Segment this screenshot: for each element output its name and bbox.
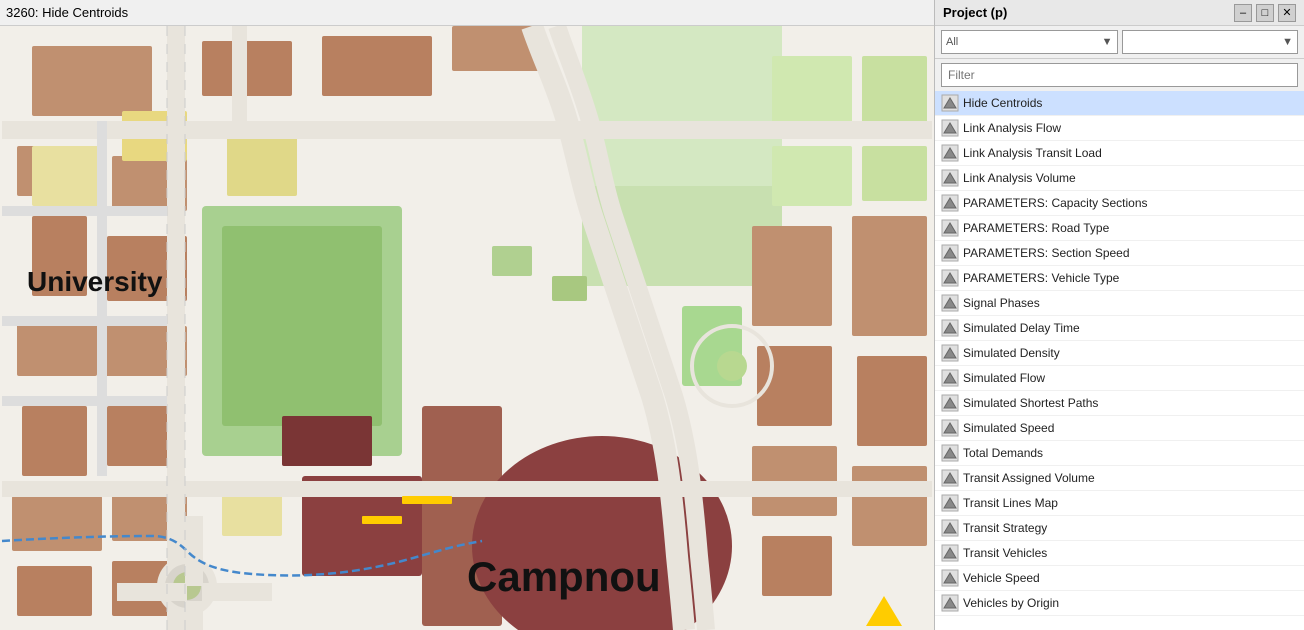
- layer-icon-parameters-capacity-sections: [941, 194, 959, 212]
- filter-dropdown[interactable]: ▼: [1122, 30, 1299, 54]
- layer-icon-simulated-speed: [941, 419, 959, 437]
- layer-icon-parameters-section-speed: [941, 244, 959, 262]
- list-item-link-analysis-volume[interactable]: Link Analysis Volume: [935, 166, 1304, 191]
- type-dropdown-value: All: [946, 36, 958, 48]
- list-item-simulated-density[interactable]: Simulated Density: [935, 341, 1304, 366]
- type-dropdown[interactable]: All ▼: [941, 30, 1118, 54]
- layer-icon-link-analysis-volume: [941, 169, 959, 187]
- layer-icon-hide-centroids: [941, 94, 959, 112]
- list-item-label-transit-lines-map: Transit Lines Map: [963, 496, 1058, 510]
- layer-icon-simulated-shortest-paths: [941, 394, 959, 412]
- list-item-link-analysis-transit-load[interactable]: Link Analysis Transit Load: [935, 141, 1304, 166]
- svg-text:University: University: [27, 266, 163, 297]
- panel: Project (p) – □ ✕ All ▼ ▼: [934, 0, 1304, 630]
- close-button[interactable]: ✕: [1278, 4, 1296, 22]
- minimize-button[interactable]: –: [1234, 4, 1252, 22]
- restore-button[interactable]: □: [1256, 4, 1274, 22]
- list-item-label-simulated-density: Simulated Density: [963, 346, 1060, 360]
- layer-icon-simulated-density: [941, 344, 959, 362]
- layer-icon-total-demands: [941, 444, 959, 462]
- list-item-label-simulated-shortest-paths: Simulated Shortest Paths: [963, 396, 1098, 410]
- list-item-label-transit-strategy: Transit Strategy: [963, 521, 1047, 535]
- list-item-signal-phases[interactable]: Signal Phases: [935, 291, 1304, 316]
- list-item-label-link-analysis-flow: Link Analysis Flow: [963, 121, 1061, 135]
- panel-list[interactable]: Hide Centroids Link Analysis Flow Link A…: [935, 91, 1304, 630]
- list-item-label-parameters-capacity-sections: PARAMETERS: Capacity Sections: [963, 196, 1148, 210]
- list-item-transit-vehicles[interactable]: Transit Vehicles: [935, 541, 1304, 566]
- list-item-hide-centroids[interactable]: Hide Centroids: [935, 91, 1304, 116]
- layer-icon-signal-phases: [941, 294, 959, 312]
- list-item-transit-lines-map[interactable]: Transit Lines Map: [935, 491, 1304, 516]
- list-item-label-simulated-delay-time: Simulated Delay Time: [963, 321, 1080, 335]
- layer-icon-simulated-flow: [941, 369, 959, 387]
- list-item-parameters-vehicle-type[interactable]: PARAMETERS: Vehicle Type: [935, 266, 1304, 291]
- list-item-label-vehicles-by-origin: Vehicles by Origin: [963, 596, 1059, 610]
- list-item-label-signal-phases: Signal Phases: [963, 296, 1040, 310]
- panel-header: Project (p) – □ ✕: [935, 0, 1304, 26]
- layer-icon-transit-lines-map: [941, 494, 959, 512]
- list-item-label-simulated-flow: Simulated Flow: [963, 371, 1045, 385]
- list-item-vehicles-by-origin[interactable]: Vehicles by Origin: [935, 591, 1304, 616]
- map-title: 3260: Hide Centroids: [6, 5, 128, 20]
- layer-icon-transit-strategy: [941, 519, 959, 537]
- layer-icon-link-analysis-transit-load: [941, 144, 959, 162]
- list-item-simulated-shortest-paths[interactable]: Simulated Shortest Paths: [935, 391, 1304, 416]
- panel-controls: All ▼ ▼: [935, 26, 1304, 59]
- list-item-transit-assigned-volume[interactable]: Transit Assigned Volume: [935, 466, 1304, 491]
- list-item-label-total-demands: Total Demands: [963, 446, 1043, 460]
- list-item-label-link-analysis-volume: Link Analysis Volume: [963, 171, 1076, 185]
- list-item-label-simulated-speed: Simulated Speed: [963, 421, 1054, 435]
- filter-dropdown-arrow: ▼: [1282, 36, 1293, 48]
- list-item-total-demands[interactable]: Total Demands: [935, 441, 1304, 466]
- list-item-parameters-capacity-sections[interactable]: PARAMETERS: Capacity Sections: [935, 191, 1304, 216]
- type-dropdown-arrow: ▼: [1102, 36, 1113, 48]
- list-item-label-vehicle-speed: Vehicle Speed: [963, 571, 1040, 585]
- list-item-simulated-speed[interactable]: Simulated Speed: [935, 416, 1304, 441]
- map-title-bar: 3260: Hide Centroids: [0, 0, 934, 26]
- layer-icon-link-analysis-flow: [941, 119, 959, 137]
- layer-icon-parameters-road-type: [941, 219, 959, 237]
- panel-header-buttons: – □ ✕: [1234, 4, 1296, 22]
- list-item-simulated-flow[interactable]: Simulated Flow: [935, 366, 1304, 391]
- list-item-transit-strategy[interactable]: Transit Strategy: [935, 516, 1304, 541]
- list-item-label-parameters-section-speed: PARAMETERS: Section Speed: [963, 246, 1130, 260]
- list-item-label-parameters-road-type: PARAMETERS: Road Type: [963, 221, 1109, 235]
- list-item-label-transit-vehicles: Transit Vehicles: [963, 546, 1047, 560]
- layer-icon-parameters-vehicle-type: [941, 269, 959, 287]
- list-item-label-parameters-vehicle-type: PARAMETERS: Vehicle Type: [963, 271, 1119, 285]
- list-item-label-link-analysis-transit-load: Link Analysis Transit Load: [963, 146, 1102, 160]
- svg-text:Campnou: Campnou: [467, 553, 661, 600]
- filter-input[interactable]: [941, 63, 1298, 87]
- list-item-parameters-road-type[interactable]: PARAMETERS: Road Type: [935, 216, 1304, 241]
- panel-title: Project (p): [943, 5, 1007, 20]
- layer-icon-simulated-delay-time: [941, 319, 959, 337]
- list-item-link-analysis-flow[interactable]: Link Analysis Flow: [935, 116, 1304, 141]
- list-item-label-hide-centroids: Hide Centroids: [963, 96, 1042, 110]
- list-item-label-transit-assigned-volume: Transit Assigned Volume: [963, 471, 1095, 485]
- map-svg: University Campnou: [0, 26, 934, 630]
- list-item-vehicle-speed[interactable]: Vehicle Speed: [935, 566, 1304, 591]
- layer-icon-transit-assigned-volume: [941, 469, 959, 487]
- filter-container: [941, 63, 1298, 87]
- list-item-parameters-section-speed[interactable]: PARAMETERS: Section Speed: [935, 241, 1304, 266]
- layer-icon-vehicles-by-origin: [941, 594, 959, 612]
- map-container: University Campnou: [0, 26, 934, 630]
- layer-icon-vehicle-speed: [941, 569, 959, 587]
- list-item-simulated-delay-time[interactable]: Simulated Delay Time: [935, 316, 1304, 341]
- layer-icon-transit-vehicles: [941, 544, 959, 562]
